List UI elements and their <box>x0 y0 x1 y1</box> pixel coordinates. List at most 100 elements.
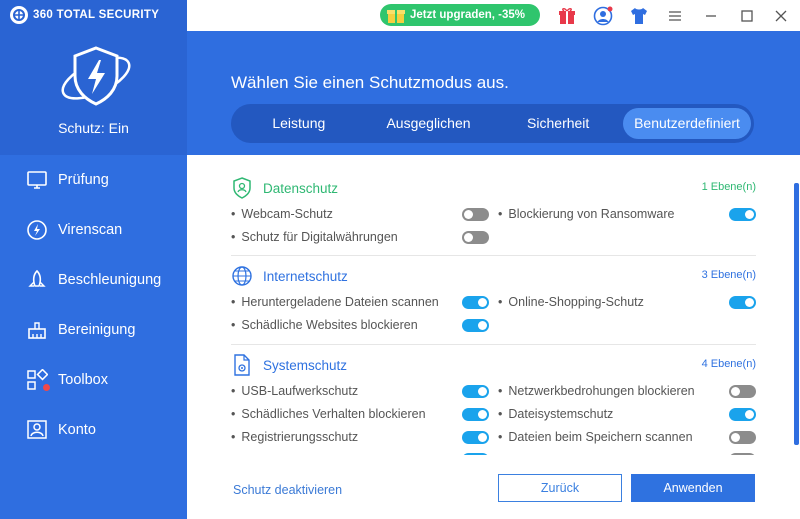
malicious-sites-toggle[interactable] <box>462 319 489 332</box>
deactivate-protection-link[interactable]: Schutz deaktivieren <box>233 483 342 497</box>
setting-label: Dateien beim Speichern scannen <box>508 430 693 444</box>
sidebar-item-label: Prüfung <box>58 172 109 188</box>
minimize-icon[interactable] <box>701 6 721 26</box>
setting-label: Dateisystemschutz <box>508 407 614 421</box>
crypto-protection-toggle[interactable] <box>462 231 489 244</box>
maximize-icon[interactable] <box>737 6 757 26</box>
shield-icon <box>61 46 131 106</box>
setting-label: Blockierung von Ransomware <box>508 207 675 221</box>
setting-row: • Online-Shopping-Schutz <box>498 295 644 309</box>
sidebar-item-toolbox[interactable]: Toolbox <box>0 355 187 405</box>
setting-label: Netzwerkbedrohungen blockieren <box>508 384 695 398</box>
section-title: Internetschutz <box>263 268 348 284</box>
upgrade-label: Jetzt upgraden, -35% <box>410 9 526 21</box>
tab-ausgeglichen[interactable]: Ausgeglichen <box>364 108 494 139</box>
divider <box>231 344 756 345</box>
section-title: Systemschutz <box>263 357 348 373</box>
behavior-block-toggle[interactable] <box>462 408 489 421</box>
section-internetschutz: Internetschutz 3 Ebene(n) <box>231 263 756 289</box>
tab-benutzerdefiniert[interactable]: Benutzerdefiniert <box>623 108 752 139</box>
account-icon <box>26 419 48 441</box>
mode-header: Wählen Sie einen Schutzmodus aus. Leistu… <box>187 31 800 155</box>
shield-user-icon <box>231 177 253 199</box>
section-systemschutz: Systemschutz 4 Ebene(n) <box>231 352 756 378</box>
network-threats-toggle[interactable] <box>729 385 756 398</box>
file-gear-icon <box>231 354 253 376</box>
setting-row: • Schädliche Websites blockieren <box>231 318 418 332</box>
sidebar-item-virenscan[interactable]: Virenscan <box>0 205 187 255</box>
setting-label: USB-Laufwerkschutz <box>241 384 359 398</box>
section-level: 1 Ebene(n) <box>701 181 756 193</box>
setting-row: • Dateisystemschutz <box>498 407 614 421</box>
skin-shirt-icon[interactable] <box>629 6 649 26</box>
setting-row: • Registrierungsschutz <box>231 430 359 444</box>
footer: Schutz deaktivieren Zurück Anwenden <box>187 455 800 519</box>
rocket-icon <box>26 269 48 291</box>
sidebar-item-label: Bereinigung <box>58 322 136 338</box>
title-bar: Jetzt upgraden, -35% <box>187 0 800 31</box>
setting-label: Schädliches Verhalten blockieren <box>241 407 426 421</box>
grid-icon <box>26 369 50 391</box>
notification-dot <box>43 384 50 391</box>
section-datenschutz: Datenschutz 1 Ebene(n) <box>231 175 756 201</box>
sidebar-item-bereinigung[interactable]: Bereinigung <box>0 305 187 355</box>
filesystem-protection-toggle[interactable] <box>729 408 756 421</box>
globe-icon <box>231 265 253 287</box>
sidebar-item-beschleunigung[interactable]: Beschleunigung <box>0 255 187 305</box>
setting-row: • USB-Laufwerkschutz <box>231 384 359 398</box>
setting-label: Schutz für Digitalwährungen <box>241 230 398 244</box>
setting-row: • Dateien beim Speichern scannen <box>498 430 693 444</box>
brand-name: 360 TOTAL SECURITY <box>33 9 160 21</box>
sidebar-item-pruefung[interactable]: Prüfung <box>0 155 187 205</box>
scrollbar[interactable] <box>794 183 799 445</box>
section-level: 4 Ebene(n) <box>701 358 756 370</box>
sidebar-item-label: Virenscan <box>58 222 123 238</box>
ransomware-block-toggle[interactable] <box>729 208 756 221</box>
setting-label: Heruntergeladene Dateien scannen <box>241 295 439 309</box>
setting-row: • Schädliches Verhalten blockieren <box>231 407 426 421</box>
sidebar-item-konto[interactable]: Konto <box>0 405 187 455</box>
sidebar-nav: Prüfung Virenscan Beschleunigung Bereini… <box>0 155 187 455</box>
divider <box>231 255 756 256</box>
close-icon[interactable] <box>771 6 791 26</box>
download-scan-toggle[interactable] <box>462 296 489 309</box>
setting-row: • Webcam-Schutz <box>231 207 333 221</box>
tab-leistung[interactable]: Leistung <box>234 108 364 139</box>
sidebar-item-label: Toolbox <box>58 372 108 388</box>
menu-icon[interactable] <box>665 6 685 26</box>
upgrade-button[interactable]: Jetzt upgraden, -35% <box>380 4 540 26</box>
apply-button[interactable]: Anwenden <box>631 474 755 502</box>
brand-logo-icon <box>10 6 28 24</box>
monitor-icon <box>26 169 48 191</box>
tab-sicherheit[interactable]: Sicherheit <box>493 108 623 139</box>
setting-label: Registrierungsschutz <box>241 430 359 444</box>
mode-selector: Leistung Ausgeglichen Sicherheit Benutze… <box>231 104 754 143</box>
setting-label: Schädliche Websites blockieren <box>241 318 418 332</box>
settings-list: Datenschutz 1 Ebene(n) • Webcam-Schutz • B… <box>187 155 800 455</box>
section-level: 3 Ebene(n) <box>701 269 756 281</box>
webcam-protection-toggle[interactable] <box>462 208 489 221</box>
sidebar: 360 TOTAL SECURITY Schutz: Ein Prüfung V… <box>0 0 187 519</box>
back-button[interactable]: Zurück <box>498 474 622 502</box>
shopping-protection-toggle[interactable] <box>729 296 756 309</box>
section-title: Datenschutz <box>263 180 339 196</box>
sidebar-item-label: Konto <box>58 422 96 438</box>
lightning-circle-icon <box>26 219 48 241</box>
scan-on-save-toggle[interactable] <box>729 431 756 444</box>
setting-label: Webcam-Schutz <box>241 207 333 221</box>
setting-row: • Netzwerkbedrohungen blockieren <box>498 384 695 398</box>
brand: 360 TOTAL SECURITY <box>10 5 159 25</box>
registry-protection-toggle[interactable] <box>462 431 489 444</box>
protection-status: Schutz: Ein <box>58 120 129 136</box>
setting-row: • Heruntergeladene Dateien scannen <box>231 295 439 309</box>
usb-protection-toggle[interactable] <box>462 385 489 398</box>
user-avatar-icon[interactable] <box>593 6 613 26</box>
setting-row: • Schutz für Digitalwährungen <box>231 230 398 244</box>
broom-icon <box>26 319 48 341</box>
gift-icon <box>386 6 406 27</box>
sidebar-item-label: Beschleunigung <box>58 272 162 288</box>
gift-icon[interactable] <box>557 6 577 26</box>
setting-label: Online-Shopping-Schutz <box>508 295 644 309</box>
setting-row: • Blockierung von Ransomware <box>498 207 675 221</box>
page-title: Wählen Sie einen Schutzmodus aus. <box>231 73 509 92</box>
